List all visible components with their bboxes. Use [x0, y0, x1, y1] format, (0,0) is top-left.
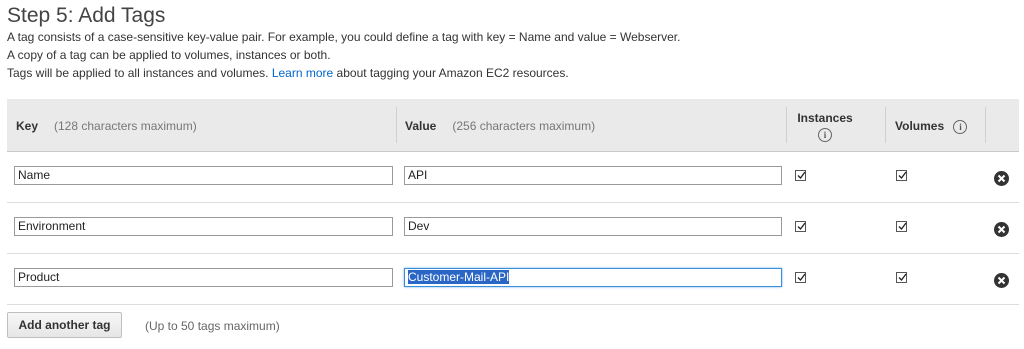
- remove-tag-button[interactable]: [994, 222, 1009, 237]
- column-divider: [396, 107, 397, 143]
- volumes-header-label: Volumes: [895, 119, 945, 133]
- checkmark-icon: [898, 273, 907, 281]
- checkmark-icon: [898, 171, 907, 179]
- instances-checkbox[interactable]: [795, 170, 806, 181]
- description-line-3-prefix: Tags will be applied to all instances an…: [7, 66, 269, 80]
- description-line-3-suffix: about tagging your Amazon EC2 resources.: [336, 66, 569, 80]
- instances-header-label: Instances: [797, 111, 853, 125]
- instances-checkbox[interactable]: [795, 221, 806, 232]
- tag-key-input[interactable]: Name: [14, 166, 393, 185]
- table-row: Environment Dev: [7, 203, 1019, 254]
- table-row: Name API: [7, 152, 1019, 203]
- column-divider: [786, 107, 787, 143]
- tag-key-input[interactable]: Product: [14, 268, 393, 287]
- instances-info-icon[interactable]: i: [818, 127, 832, 142]
- checkmark-icon: [797, 222, 806, 230]
- close-icon: [997, 276, 1006, 285]
- instances-column-header: Instances i: [795, 111, 855, 142]
- checkmark-icon: [898, 222, 907, 230]
- key-header-label: Key: [16, 119, 39, 133]
- value-header-label: Value: [405, 119, 437, 133]
- selected-text: Customer-Mail-API: [408, 270, 510, 284]
- value-header-hint: (256 characters maximum): [452, 119, 596, 133]
- page-title: Step 5: Add Tags: [7, 4, 166, 27]
- description-line-2: A copy of a tag can be applied to volume…: [7, 48, 331, 62]
- tag-value-input[interactable]: Customer-Mail-API: [404, 268, 782, 287]
- table-header: Key (128 characters maximum) Value (256 ch…: [7, 99, 1019, 152]
- volumes-info-icon[interactable]: i: [953, 119, 968, 134]
- tag-value-input[interactable]: API: [404, 166, 782, 185]
- add-another-tag-button[interactable]: Add another tag: [7, 312, 122, 338]
- volumes-column-header: Volumes i: [895, 119, 968, 134]
- checkmark-icon: [797, 273, 806, 281]
- value-column-header: Value (256 characters maximum): [405, 119, 595, 133]
- description-line-3: Tags will be applied to all instances an…: [7, 66, 569, 80]
- instances-checkbox[interactable]: [795, 272, 806, 283]
- close-icon: [997, 174, 1006, 183]
- tag-limit-text: (Up to 50 tags maximum): [145, 319, 280, 333]
- tag-value-input[interactable]: Dev: [404, 217, 782, 236]
- description-line-1: A tag consists of a case-sensitive key-v…: [7, 30, 681, 44]
- checkmark-icon: [797, 171, 806, 179]
- column-divider: [885, 107, 886, 143]
- learn-more-link[interactable]: Learn more: [272, 66, 333, 80]
- close-icon: [997, 225, 1006, 234]
- key-header-hint: (128 characters maximum): [54, 119, 197, 133]
- remove-tag-button[interactable]: [994, 273, 1009, 288]
- column-divider: [985, 107, 986, 143]
- key-column-header: Key (128 characters maximum): [16, 119, 197, 133]
- volumes-checkbox[interactable]: [896, 170, 907, 181]
- table-row: Product Customer-Mail-API: [7, 254, 1019, 305]
- volumes-checkbox[interactable]: [896, 221, 907, 232]
- remove-tag-button[interactable]: [994, 171, 1009, 186]
- tag-key-input[interactable]: Environment: [14, 217, 393, 236]
- volumes-checkbox[interactable]: [896, 272, 907, 283]
